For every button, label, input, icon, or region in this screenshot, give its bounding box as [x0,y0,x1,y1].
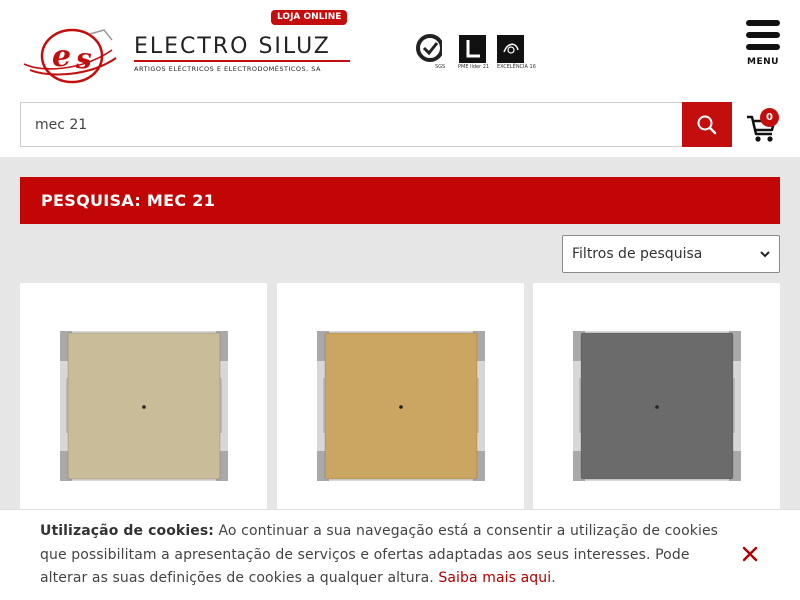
product-image [60,331,228,481]
menu-button[interactable]: MENU [744,18,782,70]
cookie-learn-more-link[interactable]: Saiba mais aqui [438,570,551,586]
product-image [573,331,741,481]
search-bar [20,102,732,147]
indicator-dot [142,405,146,409]
site-header: e s ELECTRO SILUZ ARTIGOS ELÉCTRICOS E E… [0,0,800,157]
cookie-banner: Utilização de cookies: Ao continuar a su… [0,509,800,600]
indicator-dot [655,405,659,409]
svg-text:s: s [75,42,92,75]
store-badge: LOJA ONLINE [271,10,348,25]
brand-underline [134,60,350,62]
search-icon [697,115,717,135]
page-title: PESQUISA: MEC 21 [41,191,216,210]
cookie-heading: Utilização de cookies: [40,523,214,539]
cart-count-badge: 0 [760,108,779,127]
sgs-certification-icon [416,34,442,62]
pme-excelencia-label: EXCELÊNCIA 16 [497,64,536,70]
brand-name: ELECTRO SILUZ [134,34,331,59]
hamburger-bar-icon [746,20,780,26]
search-button[interactable] [682,102,732,147]
hamburger-bar-icon [746,44,780,50]
hamburger-bar-icon [746,32,780,38]
pme-lider-icon [459,35,486,63]
brand-tagline: ARTIGOS ELÉCTRICOS E ELECTRODOMÉSTICOS, … [134,65,321,73]
product-card[interactable] [20,283,267,523]
chevron-down-icon [760,251,770,258]
pme-lider-label: PME líder 21 [458,64,490,70]
search-input[interactable] [20,102,683,147]
product-card[interactable] [277,283,524,523]
cart-button[interactable]: 0 [745,108,783,144]
es-logo-icon[interactable]: e s [20,28,120,84]
pme-excelencia-icon [497,35,524,63]
search-filters-select[interactable]: Filtros de pesquisa [562,235,780,273]
menu-label: MENU [747,57,779,67]
filter-select-label: Filtros de pesquisa [572,246,703,262]
cookie-trailing: . [551,570,556,586]
close-icon[interactable] [741,545,759,563]
page-title-bar: PESQUISA: MEC 21 [20,177,780,224]
product-card[interactable] [533,283,780,523]
indicator-dot [399,405,403,409]
product-image [317,331,485,481]
cookie-message: Utilização de cookies: Ao continuar a su… [40,520,730,591]
svg-text:e: e [52,39,71,74]
sgs-label: SGS [435,64,446,70]
